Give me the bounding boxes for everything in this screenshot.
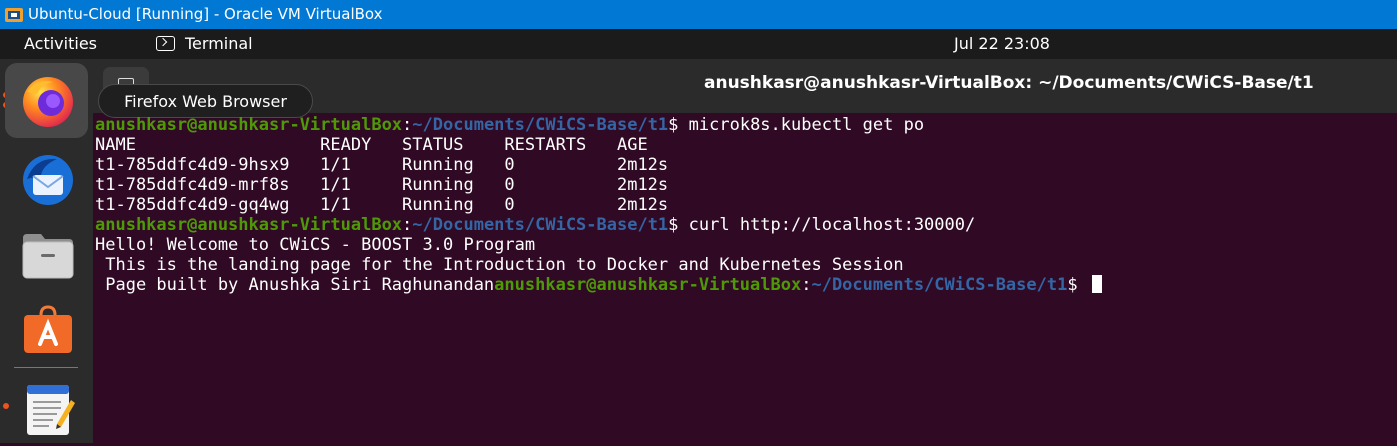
pod-row: t1-785ddfc4d9-gq4wg 1/1 Running 0 2m12s <box>95 195 669 215</box>
prompt-user: anushkasr@anushkasr-VirtualBox <box>494 275 802 295</box>
dock-item-software[interactable] <box>5 292 88 367</box>
thunderbird-icon <box>23 155 73 205</box>
vm-title-bar: Ubuntu-Cloud [Running] - Oracle VM Virtu… <box>0 0 1397 29</box>
pod-row: t1-785ddfc4d9-mrf8s 1/1 Running 0 2m12s <box>95 175 669 195</box>
terminal-content[interactable]: anushkasr@anushkasr-VirtualBox:~/Documen… <box>95 113 1397 443</box>
software-icon <box>24 305 72 353</box>
table-header: NAME READY STATUS RESTARTS AGE <box>95 135 648 155</box>
activities-button[interactable]: Activities <box>24 29 97 59</box>
gnome-top-bar: Activities Terminal Jul 22 23:08 <box>0 29 1397 59</box>
output-line: Page built by Anushka Siri Raghunandan <box>95 275 495 295</box>
terminal-line: anushkasr@anushkasr-VirtualBox:~/Documen… <box>95 115 924 135</box>
prompt-colon: : <box>402 215 413 235</box>
prompt-colon: : <box>801 275 812 295</box>
prompt-dollar: $ <box>1067 275 1078 295</box>
terminal-line: Page built by Anushka Siri Raghunandanan… <box>95 275 1102 295</box>
prompt-path: ~/Documents/CWiCS-Base/t1 <box>811 275 1068 295</box>
command-text: curl http://localhost:30000/ <box>678 215 976 235</box>
command-text: microk8s.kubectl get po <box>678 115 925 135</box>
clock[interactable]: Jul 22 23:08 <box>954 29 1050 59</box>
dock-item-files[interactable] <box>5 217 88 292</box>
prompt-dollar: $ <box>668 115 679 135</box>
dock-separator <box>14 367 78 368</box>
terminal-icon[interactable] <box>156 36 175 51</box>
prompt-dollar: $ <box>668 215 679 235</box>
vm-window-title: Ubuntu-Cloud [Running] - Oracle VM Virtu… <box>28 5 383 23</box>
prompt-path: ~/Documents/CWiCS-Base/t1 <box>412 215 669 235</box>
virtualbox-icon <box>5 8 23 22</box>
dock-item-firefox[interactable] <box>5 63 88 138</box>
prompt-colon: : <box>402 115 413 135</box>
output-line: Hello! Welcome to CWiCS - BOOST 3.0 Prog… <box>95 235 536 255</box>
command-text <box>1078 275 1088 295</box>
files-icon <box>22 234 74 279</box>
firefox-icon <box>23 77 73 127</box>
dock <box>0 59 93 443</box>
prompt-user: anushkasr@anushkasr-VirtualBox <box>95 215 403 235</box>
app-menu-terminal[interactable]: Terminal <box>185 29 253 59</box>
text-editor-icon <box>27 385 75 435</box>
pod-row: t1-785ddfc4d9-9hsx9 1/1 Running 0 2m12s <box>95 155 669 175</box>
terminal-line: anushkasr@anushkasr-VirtualBox:~/Documen… <box>95 215 975 235</box>
terminal-window-title: anushkasr@anushkasr-VirtualBox: ~/Docume… <box>704 73 1314 93</box>
prompt-path: ~/Documents/CWiCS-Base/t1 <box>412 115 669 135</box>
prompt-user: anushkasr@anushkasr-VirtualBox <box>95 115 403 135</box>
output-line: This is the landing page for the Introdu… <box>95 255 904 275</box>
dock-item-text-editor[interactable] <box>5 371 88 446</box>
dock-item-thunderbird[interactable] <box>5 142 88 217</box>
terminal-cursor <box>1091 275 1102 293</box>
